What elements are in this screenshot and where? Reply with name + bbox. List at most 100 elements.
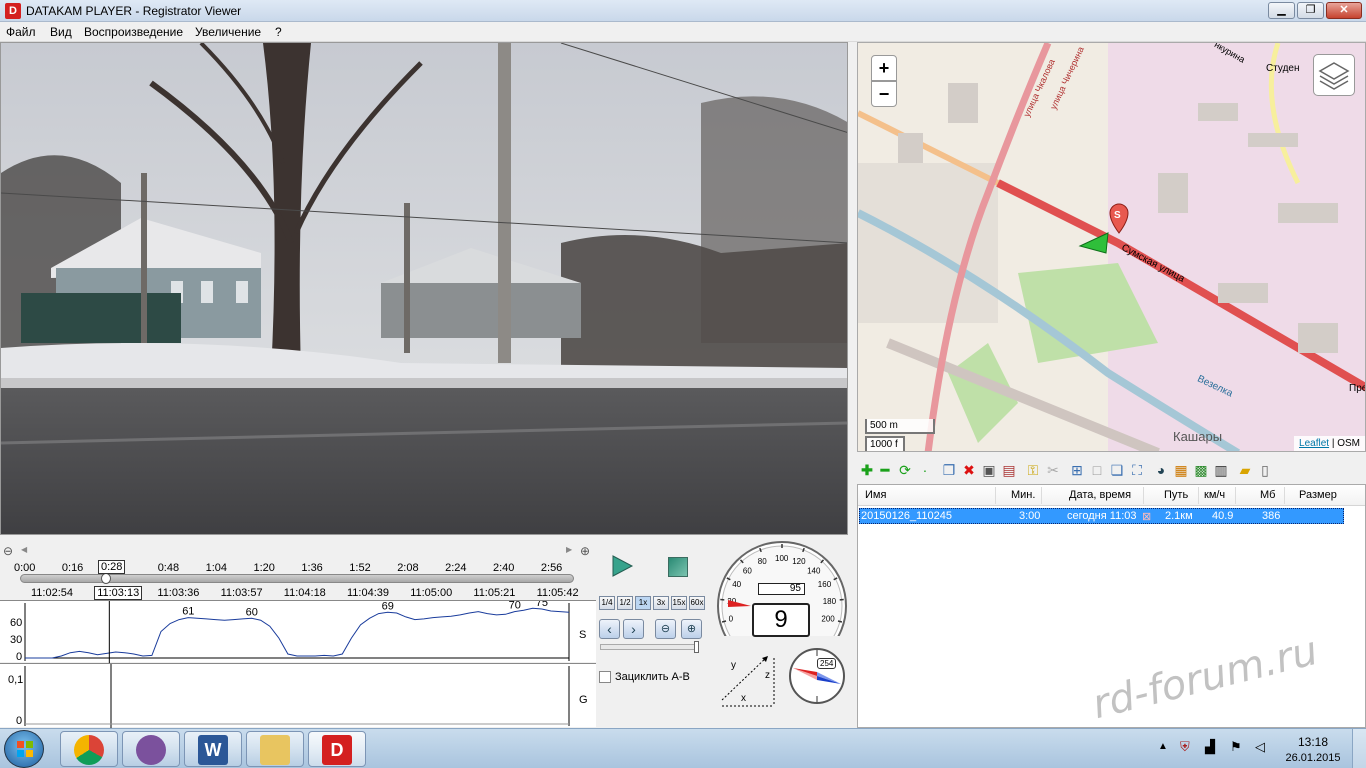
map-zoom-out-button[interactable]: − <box>871 81 897 107</box>
column-name[interactable]: Имя <box>865 489 886 501</box>
globe-icon[interactable]: ◕ <box>1153 462 1169 478</box>
tray-security-icon[interactable]: ⛨ <box>1180 739 1190 755</box>
minimize-button[interactable]: ▁ <box>1268 2 1295 19</box>
leaflet-link[interactable]: Leaflet <box>1299 438 1329 449</box>
play-icon[interactable] <box>610 554 634 578</box>
row-speed: 40.9 <box>1212 510 1234 522</box>
compass-heading: 254 <box>817 658 837 669</box>
delete-icon[interactable]: ✖ <box>961 462 977 478</box>
volume-slider-thumb[interactable] <box>694 641 699 653</box>
refresh-icon[interactable]: ⟳ <box>897 462 913 478</box>
timeline-clock: 11:04:39 <box>347 587 390 599</box>
copy-icon[interactable]: ❐ <box>941 462 957 478</box>
tray-date[interactable]: 26.01.2015 <box>1285 752 1341 764</box>
timeline[interactable]: ⊖ ◀ ▶ ⊕ 0:00 0:16 0:28 0:48 1:04 1:20 1:36 1:52… <box>0 540 596 600</box>
stop-icon[interactable] <box>668 557 688 577</box>
column-size[interactable]: Размер <box>1299 489 1337 501</box>
fit-icon[interactable]: ⛶ <box>1129 462 1145 478</box>
folder-icon[interactable]: ▰ <box>1237 462 1253 478</box>
table-row[interactable]: 20150126_110245 3:00 сегодня 11:03 ⊠ 2.1… <box>859 508 1344 524</box>
map-label-district: Кашары <box>1173 429 1223 444</box>
column-mb[interactable]: Мб <box>1260 489 1275 501</box>
scroll-left-icon[interactable]: ◀ <box>21 545 27 554</box>
tray-expand-icon[interactable]: ▲ <box>1158 741 1168 752</box>
menu-playback[interactable]: Воспроизведение <box>84 25 183 39</box>
map-tiles <box>858 43 1365 451</box>
key-icon[interactable]: ⚿ <box>1025 462 1041 478</box>
video-frame[interactable] <box>0 42 848 535</box>
timeline-tick: 0:16 <box>61 562 84 574</box>
timeline-tick: 2:40 <box>493 562 515 574</box>
taskbar-word[interactable]: W <box>184 731 242 767</box>
column-path[interactable]: Путь <box>1164 489 1188 501</box>
map-view[interactable]: S Сумская улица улица Чкалова улица Чиче… <box>857 42 1366 452</box>
speed-60x-button[interactable]: 60x <box>689 596 705 610</box>
taskbar-explorer[interactable] <box>246 731 304 767</box>
maximize-button[interactable]: ❐ <box>1297 2 1324 19</box>
timeline-tick: 1:04 <box>205 562 228 574</box>
map-label-edge: Пре <box>1349 383 1366 394</box>
import-icon[interactable]: ⊞ <box>1069 462 1085 478</box>
column-minutes[interactable]: Мин. <box>1011 489 1035 501</box>
zoom-out-icon[interactable]: ⊖ <box>3 544 13 558</box>
tray-network-icon[interactable]: ▟ <box>1205 739 1215 755</box>
save-icon[interactable]: ▣ <box>981 462 997 478</box>
start-button[interactable] <box>4 730 44 768</box>
speed-readout: 9 <box>752 603 810 637</box>
timeline-tick: 0:48 <box>157 562 180 574</box>
timeline-clock: 11:03:13 <box>94 586 143 600</box>
tray-time[interactable]: 13:18 <box>1285 735 1341 749</box>
map-pin-icon: ⊠ <box>1142 511 1152 523</box>
speed-15x-button[interactable]: 15x <box>671 596 687 610</box>
map-marker-letter: S <box>1114 210 1121 221</box>
menu-file[interactable]: Файл <box>6 25 36 39</box>
add-icon[interactable]: ✚ <box>859 462 875 478</box>
speed-3x-button[interactable]: 3x <box>653 596 669 610</box>
close-button[interactable]: ✕ <box>1326 2 1362 19</box>
menu-zoom[interactable]: Увеличение <box>195 25 261 39</box>
map-zoom-in-button[interactable]: + <box>871 55 897 81</box>
taskbar-chrome[interactable] <box>60 731 118 767</box>
select-icon[interactable]: □ <box>1089 462 1105 478</box>
tray-volume-icon[interactable]: ◁ <box>1255 739 1265 755</box>
zoom-minus-button[interactable]: ⊖ <box>655 619 676 639</box>
tray-flag-icon[interactable]: ⚑ <box>1230 739 1242 755</box>
speed-quarter-button[interactable]: 1/4 <box>599 596 615 610</box>
zoom-in-icon[interactable]: ⊕ <box>580 544 590 558</box>
menu-help[interactable]: ? <box>275 25 282 39</box>
column-speed[interactable]: км/ч <box>1204 489 1225 501</box>
volume-slider[interactable] <box>600 641 699 653</box>
next-frame-button[interactable]: › <box>623 619 644 639</box>
speedometer-tick-label: 160 <box>818 580 832 589</box>
dot-icon[interactable]: · <box>917 462 933 478</box>
timeline-clock: 11:05:00 <box>410 587 453 599</box>
scroll-right-icon[interactable]: ▶ <box>566 545 572 554</box>
map-layers-button[interactable] <box>1313 54 1355 96</box>
g-graph[interactable]: 0,1 0 G <box>0 663 596 728</box>
map-attribution: Leaflet | OSM <box>1294 436 1365 451</box>
zoom-plus-button[interactable]: ⊕ <box>681 619 702 639</box>
timeline-clock: 11:03:57 <box>220 587 263 599</box>
window-icon[interactable]: ❏ <box>1109 462 1125 478</box>
prev-frame-button[interactable]: ‹ <box>599 619 620 639</box>
export-icon[interactable]: ▤ <box>1001 462 1017 478</box>
menu-view[interactable]: Вид <box>50 25 72 39</box>
speed-1x-button[interactable]: 1x <box>635 596 651 610</box>
film-icon[interactable]: ▥ <box>1213 462 1229 478</box>
loop-checkbox[interactable] <box>599 671 611 683</box>
odometer: 95 <box>758 583 805 595</box>
timeline-thumb[interactable] <box>100 573 111 584</box>
document-icon[interactable]: ▯ <box>1257 462 1273 478</box>
speed-graph[interactable]: 60 30 0 S 61 60 69 70 75 <box>0 600 596 663</box>
remove-icon[interactable]: ━ <box>877 462 893 478</box>
column-datetime[interactable]: Дата, время <box>1069 489 1131 501</box>
playback-controls: 1/4 1/2 1x 3x 15x 60x ‹ › ⊖ ⊕ Зациклить … <box>596 540 711 728</box>
image-icon[interactable]: ▩ <box>1193 462 1209 478</box>
taskbar-datakam[interactable]: D <box>308 731 366 767</box>
tools-icon[interactable]: ✂ <box>1045 462 1061 478</box>
app-logo-icon: D <box>5 3 21 19</box>
show-desktop-button[interactable] <box>1352 729 1366 768</box>
chart-icon[interactable]: ▦ <box>1173 462 1189 478</box>
speed-half-button[interactable]: 1/2 <box>617 596 633 610</box>
taskbar-viber[interactable] <box>122 731 180 767</box>
